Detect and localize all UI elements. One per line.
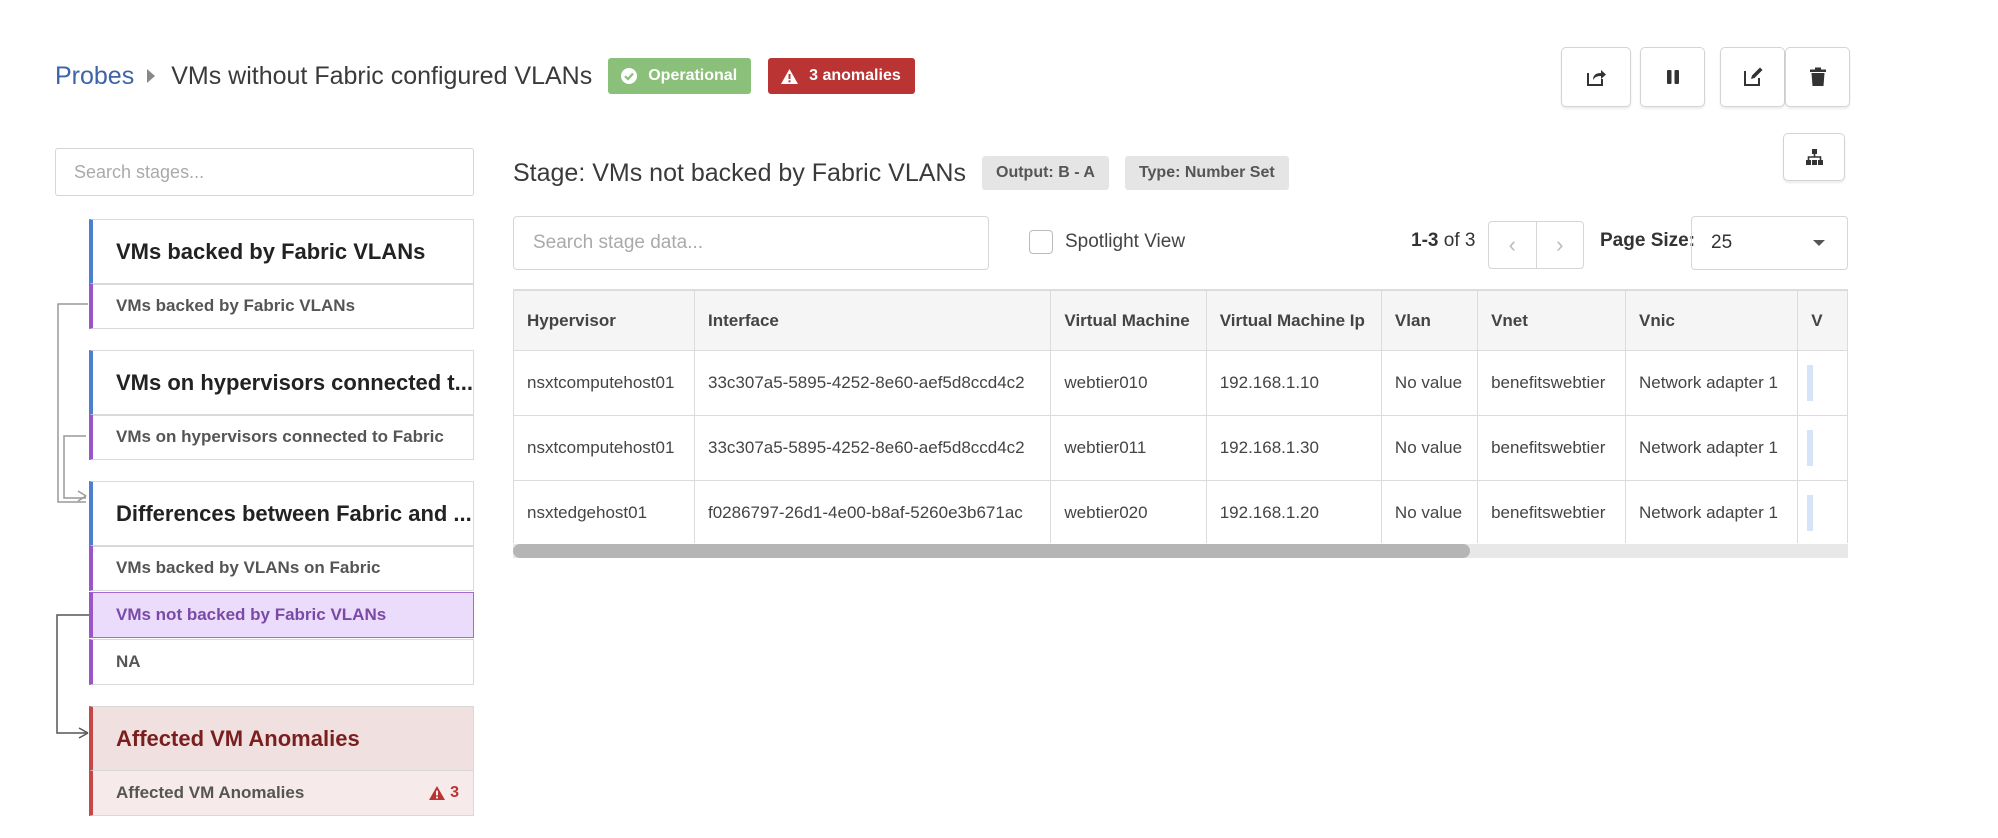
cell-vnet: benefitswebtier (1477, 480, 1627, 543)
cell-vnic: Network adapter 1 (1625, 415, 1799, 481)
page-size-select[interactable]: 25 (1691, 216, 1848, 270)
pause-icon (1666, 70, 1679, 84)
cell-vnic: Network adapter 1 (1625, 480, 1799, 543)
cell-virtual-machine-ip: 192.168.1.10 (1205, 350, 1382, 416)
pause-button[interactable] (1640, 47, 1705, 107)
column-header-vnic[interactable]: Vnic (1625, 290, 1799, 351)
page-size-label: Page Size: (1600, 230, 1696, 251)
anomalies-badge-label: 3 anomalies (809, 67, 901, 84)
paging-summary: 1-3 of 3 (1411, 230, 1475, 252)
column-header-hypervisor[interactable]: Hypervisor (513, 290, 695, 351)
cell-marker (1807, 365, 1814, 401)
cell-virtual-machine-ip: 192.168.1.20 (1205, 480, 1382, 543)
stage-data-search-input[interactable]: Search stage data... (513, 216, 989, 270)
cell-vlan: No value (1380, 415, 1479, 481)
cell-vlan: No value (1380, 480, 1479, 543)
page-title: VMs without Fabric configured VLANs (171, 61, 593, 90)
cell-hypervisor: nsxtcomputehost01 (513, 415, 695, 481)
table-row: nsxtedgehost01 f0286797-26d1-4e00-b8af-5… (513, 480, 1848, 543)
warning-icon (781, 68, 799, 84)
stage-data-table-container: Hypervisor Interface Virtual Machine Vir… (513, 289, 1848, 543)
anomaly-count: 3 (428, 784, 459, 802)
pager: ‹ › (1488, 221, 1584, 269)
column-header-virtual-machine[interactable]: Virtual Machine (1050, 290, 1207, 351)
status-badge: Operational (608, 58, 752, 94)
stage-data-table: Hypervisor Interface Virtual Machine Vir… (513, 290, 1848, 543)
anomaly-count-value: 3 (450, 784, 459, 801)
table-row: nsxtcomputehost01 33c307a5-5895-4252-8e6… (513, 415, 1848, 481)
page-size-value: 25 (1711, 232, 1733, 253)
cell-vlan: No value (1380, 350, 1479, 416)
spotlight-label: Spotlight View (1065, 231, 1186, 252)
stage-item-vms-backed-by-vlans-on-fabric[interactable]: VMs backed by VLANs on Fabric (89, 545, 474, 591)
stage-group-vms-on-hypervisors[interactable]: VMs on hypervisors connected t... (89, 350, 474, 416)
chevron-down-icon (1813, 240, 1825, 246)
cell-truncated (1797, 415, 1848, 481)
table-header-row: Hypervisor Interface Virtual Machine Vir… (513, 290, 1848, 351)
check-circle-icon (621, 68, 638, 84)
column-header-vnet[interactable]: Vnet (1477, 290, 1627, 351)
next-page-button[interactable]: › (1537, 222, 1584, 268)
previous-page-button[interactable]: ‹ (1489, 222, 1537, 268)
horizontal-scrollbar[interactable] (513, 544, 1848, 558)
cell-vnet: benefitswebtier (1477, 415, 1627, 481)
paging-total: of 3 (1438, 230, 1476, 251)
stage-header: Stage: VMs not backed by Fabric VLANs Ou… (513, 156, 1289, 190)
cell-virtual-machine: webtier020 (1050, 480, 1207, 543)
spotlight-checkbox[interactable] (1029, 230, 1053, 254)
stage-item-affected-vm-anomalies[interactable]: Affected VM Anomalies 3 (89, 770, 474, 816)
probe-actions-toolbar (1561, 47, 1850, 107)
chevron-right-icon: › (1556, 232, 1564, 257)
page-header: Probes VMs without Fabric configured VLA… (55, 54, 915, 98)
breadcrumb-separator-icon (147, 69, 156, 83)
stage-item-label: Affected VM Anomalies (116, 783, 305, 802)
stage-item-vms-not-backed-selected[interactable]: VMs not backed by Fabric VLANs (89, 592, 474, 638)
trash-icon (1809, 67, 1826, 86)
column-header-interface[interactable]: Interface (693, 290, 1052, 351)
cell-vnet: benefitswebtier (1477, 350, 1627, 416)
export-button[interactable] (1561, 47, 1631, 107)
scrollbar-thumb[interactable] (513, 544, 1470, 558)
column-header-truncated[interactable]: V (1797, 290, 1848, 351)
cell-hypervisor: nsxtedgehost01 (513, 480, 695, 543)
warning-icon (429, 785, 446, 801)
breadcrumb-probes-link[interactable]: Probes (55, 62, 134, 91)
paging-range: 1-3 (1411, 230, 1439, 251)
edit-button[interactable] (1720, 47, 1785, 107)
type-tag: Type: Number Set (1124, 156, 1289, 190)
spotlight-view-toggle[interactable]: Spotlight View (1029, 230, 1185, 254)
anomalies-badge[interactable]: 3 anomalies (768, 58, 915, 94)
cell-hypervisor: nsxtcomputehost01 (513, 350, 695, 416)
cell-truncated (1797, 480, 1848, 543)
column-header-virtual-machine-ip[interactable]: Virtual Machine Ip (1205, 290, 1382, 351)
cell-virtual-machine: webtier011 (1050, 415, 1207, 481)
cell-virtual-machine: webtier010 (1050, 350, 1207, 416)
stage-item-vms-on-hypervisors[interactable]: VMs on hypervisors connected to Fabric (89, 414, 474, 460)
delete-button[interactable] (1785, 47, 1850, 107)
output-tag: Output: B - A (982, 156, 1109, 190)
cell-interface: 33c307a5-5895-4252-8e60-aef5d8ccd4c2 (693, 415, 1052, 481)
export-icon (1587, 70, 1606, 86)
edit-icon (1743, 67, 1762, 86)
stage-search-input[interactable]: Search stages... (55, 148, 474, 196)
table-row: nsxtcomputehost01 33c307a5-5895-4252-8e6… (513, 350, 1848, 416)
stage-group-differences[interactable]: Differences between Fabric and ... (89, 481, 474, 547)
status-badge-label: Operational (648, 67, 738, 84)
cell-virtual-machine-ip: 192.168.1.30 (1205, 415, 1382, 481)
cell-vnic: Network adapter 1 (1625, 350, 1799, 416)
stage-item-na[interactable]: NA (89, 639, 474, 685)
stage-title: Stage: VMs not backed by Fabric VLANs (513, 158, 966, 187)
stage-group-affected-vm-anomalies[interactable]: Affected VM Anomalies (89, 706, 474, 772)
cell-truncated (1797, 350, 1848, 416)
stage-group-vms-backed-by-fabric-vlans[interactable]: VMs backed by Fabric VLANs (89, 219, 474, 285)
chevron-left-icon: ‹ (1508, 232, 1516, 257)
stage-item-vms-backed-by-fabric-vlans[interactable]: VMs backed by Fabric VLANs (89, 283, 474, 329)
cell-interface: 33c307a5-5895-4252-8e60-aef5d8ccd4c2 (693, 350, 1052, 416)
cell-interface: f0286797-26d1-4e00-b8af-5260e3b671ac (693, 480, 1052, 543)
column-header-vlan[interactable]: Vlan (1380, 290, 1479, 351)
structure-view-button[interactable] (1783, 133, 1845, 181)
cell-marker (1807, 430, 1814, 466)
hierarchy-icon (1806, 149, 1823, 165)
cell-marker (1807, 495, 1814, 531)
